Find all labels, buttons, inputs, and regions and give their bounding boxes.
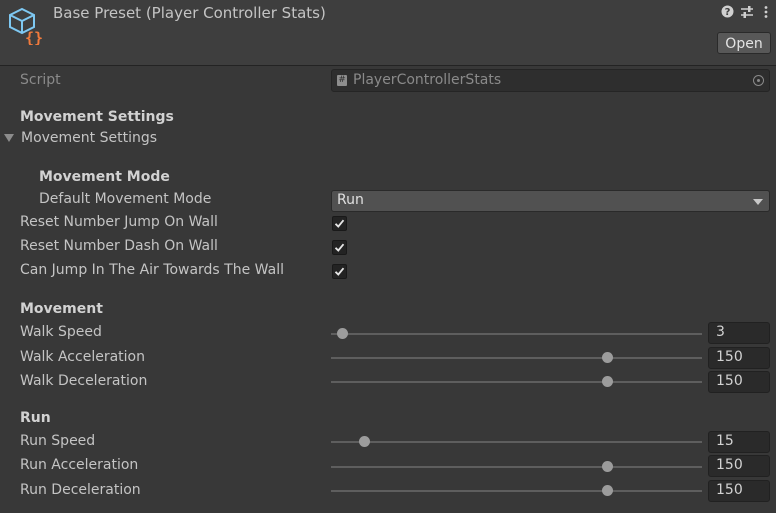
svg-text:?: ?	[724, 7, 730, 18]
walk-deceleration-slider[interactable]	[331, 381, 702, 383]
reset-dash-on-wall-label: Reset Number Dash On Wall	[20, 238, 218, 254]
script-label: Script	[20, 72, 61, 88]
run-speed-label: Run Speed	[20, 433, 96, 449]
jump-air-towards-wall-checkbox[interactable]	[332, 264, 347, 279]
walk-acceleration-slider[interactable]	[331, 357, 702, 359]
reset-dash-on-wall-checkbox[interactable]	[332, 240, 347, 255]
reset-jump-on-wall-label: Reset Number Jump On Wall	[20, 214, 218, 230]
walk-acceleration-value: 150	[716, 349, 743, 365]
walk-speed-label: Walk Speed	[20, 324, 102, 340]
jump-air-towards-wall-label: Can Jump In The Air Towards The Wall	[20, 262, 284, 278]
run-speed-slider-thumb[interactable]	[358, 436, 370, 447]
movement-header: Movement	[20, 301, 103, 317]
script-object-field: # PlayerControllerStats	[331, 69, 770, 92]
script-icon: #	[337, 75, 347, 86]
kebab-menu-icon[interactable]	[759, 5, 773, 19]
scriptable-object-icon: {}	[9, 7, 43, 45]
walk-deceleration-input[interactable]: 150	[708, 371, 770, 393]
run-deceleration-label: Run Deceleration	[20, 482, 141, 498]
walk-speed-slider-thumb[interactable]	[336, 328, 348, 339]
run-acceleration-value: 150	[716, 457, 743, 473]
object-picker-icon	[753, 75, 764, 86]
walk-deceleration-slider-thumb[interactable]	[601, 376, 613, 387]
walk-acceleration-slider-thumb[interactable]	[601, 352, 613, 363]
movement-mode-header: Movement Mode	[39, 169, 170, 185]
walk-deceleration-label: Walk Deceleration	[20, 373, 148, 389]
walk-acceleration-input[interactable]: 150	[708, 347, 770, 369]
run-deceleration-value: 150	[716, 482, 743, 498]
inspector-header: {} Base Preset (Player Controller Stats)…	[0, 0, 776, 66]
walk-deceleration-value: 150	[716, 373, 743, 389]
preset-settings-icon[interactable]	[740, 5, 754, 19]
run-deceleration-slider-thumb[interactable]	[601, 485, 613, 496]
run-speed-input[interactable]: 15	[708, 431, 770, 453]
script-value: PlayerControllerStats	[353, 72, 502, 88]
default-movement-mode-label: Default Movement Mode	[39, 191, 212, 207]
run-deceleration-slider[interactable]	[331, 490, 702, 492]
walk-acceleration-label: Walk Acceleration	[20, 349, 145, 365]
dropdown-arrow-icon	[753, 199, 763, 205]
movement-settings-foldout[interactable]: Movement Settings	[21, 130, 157, 146]
run-header: Run	[20, 410, 51, 426]
run-speed-slider[interactable]	[331, 441, 702, 443]
run-acceleration-slider[interactable]	[331, 466, 702, 468]
run-acceleration-label: Run Acceleration	[20, 457, 139, 473]
checkmark-icon	[334, 219, 345, 228]
help-icon[interactable]: ?	[720, 5, 734, 19]
walk-speed-input[interactable]: 3	[708, 322, 770, 344]
open-button[interactable]: Open	[717, 32, 771, 54]
svg-text:{}: {}	[25, 29, 43, 45]
default-movement-mode-dropdown[interactable]: Run	[331, 190, 770, 212]
run-acceleration-slider-thumb[interactable]	[601, 461, 613, 472]
checkmark-icon	[334, 267, 345, 276]
run-speed-value: 15	[716, 433, 734, 449]
run-deceleration-input[interactable]: 150	[708, 480, 770, 502]
foldout-arrow-icon[interactable]	[4, 134, 14, 142]
dropdown-value: Run	[337, 192, 364, 208]
walk-speed-value: 3	[716, 324, 725, 340]
checkmark-icon	[334, 243, 345, 252]
reset-jump-on-wall-checkbox[interactable]	[332, 216, 347, 231]
inspector-title: Base Preset (Player Controller Stats)	[53, 4, 326, 22]
run-acceleration-input[interactable]: 150	[708, 455, 770, 477]
movement-settings-header: Movement Settings	[20, 109, 174, 125]
walk-speed-slider[interactable]	[331, 333, 702, 335]
